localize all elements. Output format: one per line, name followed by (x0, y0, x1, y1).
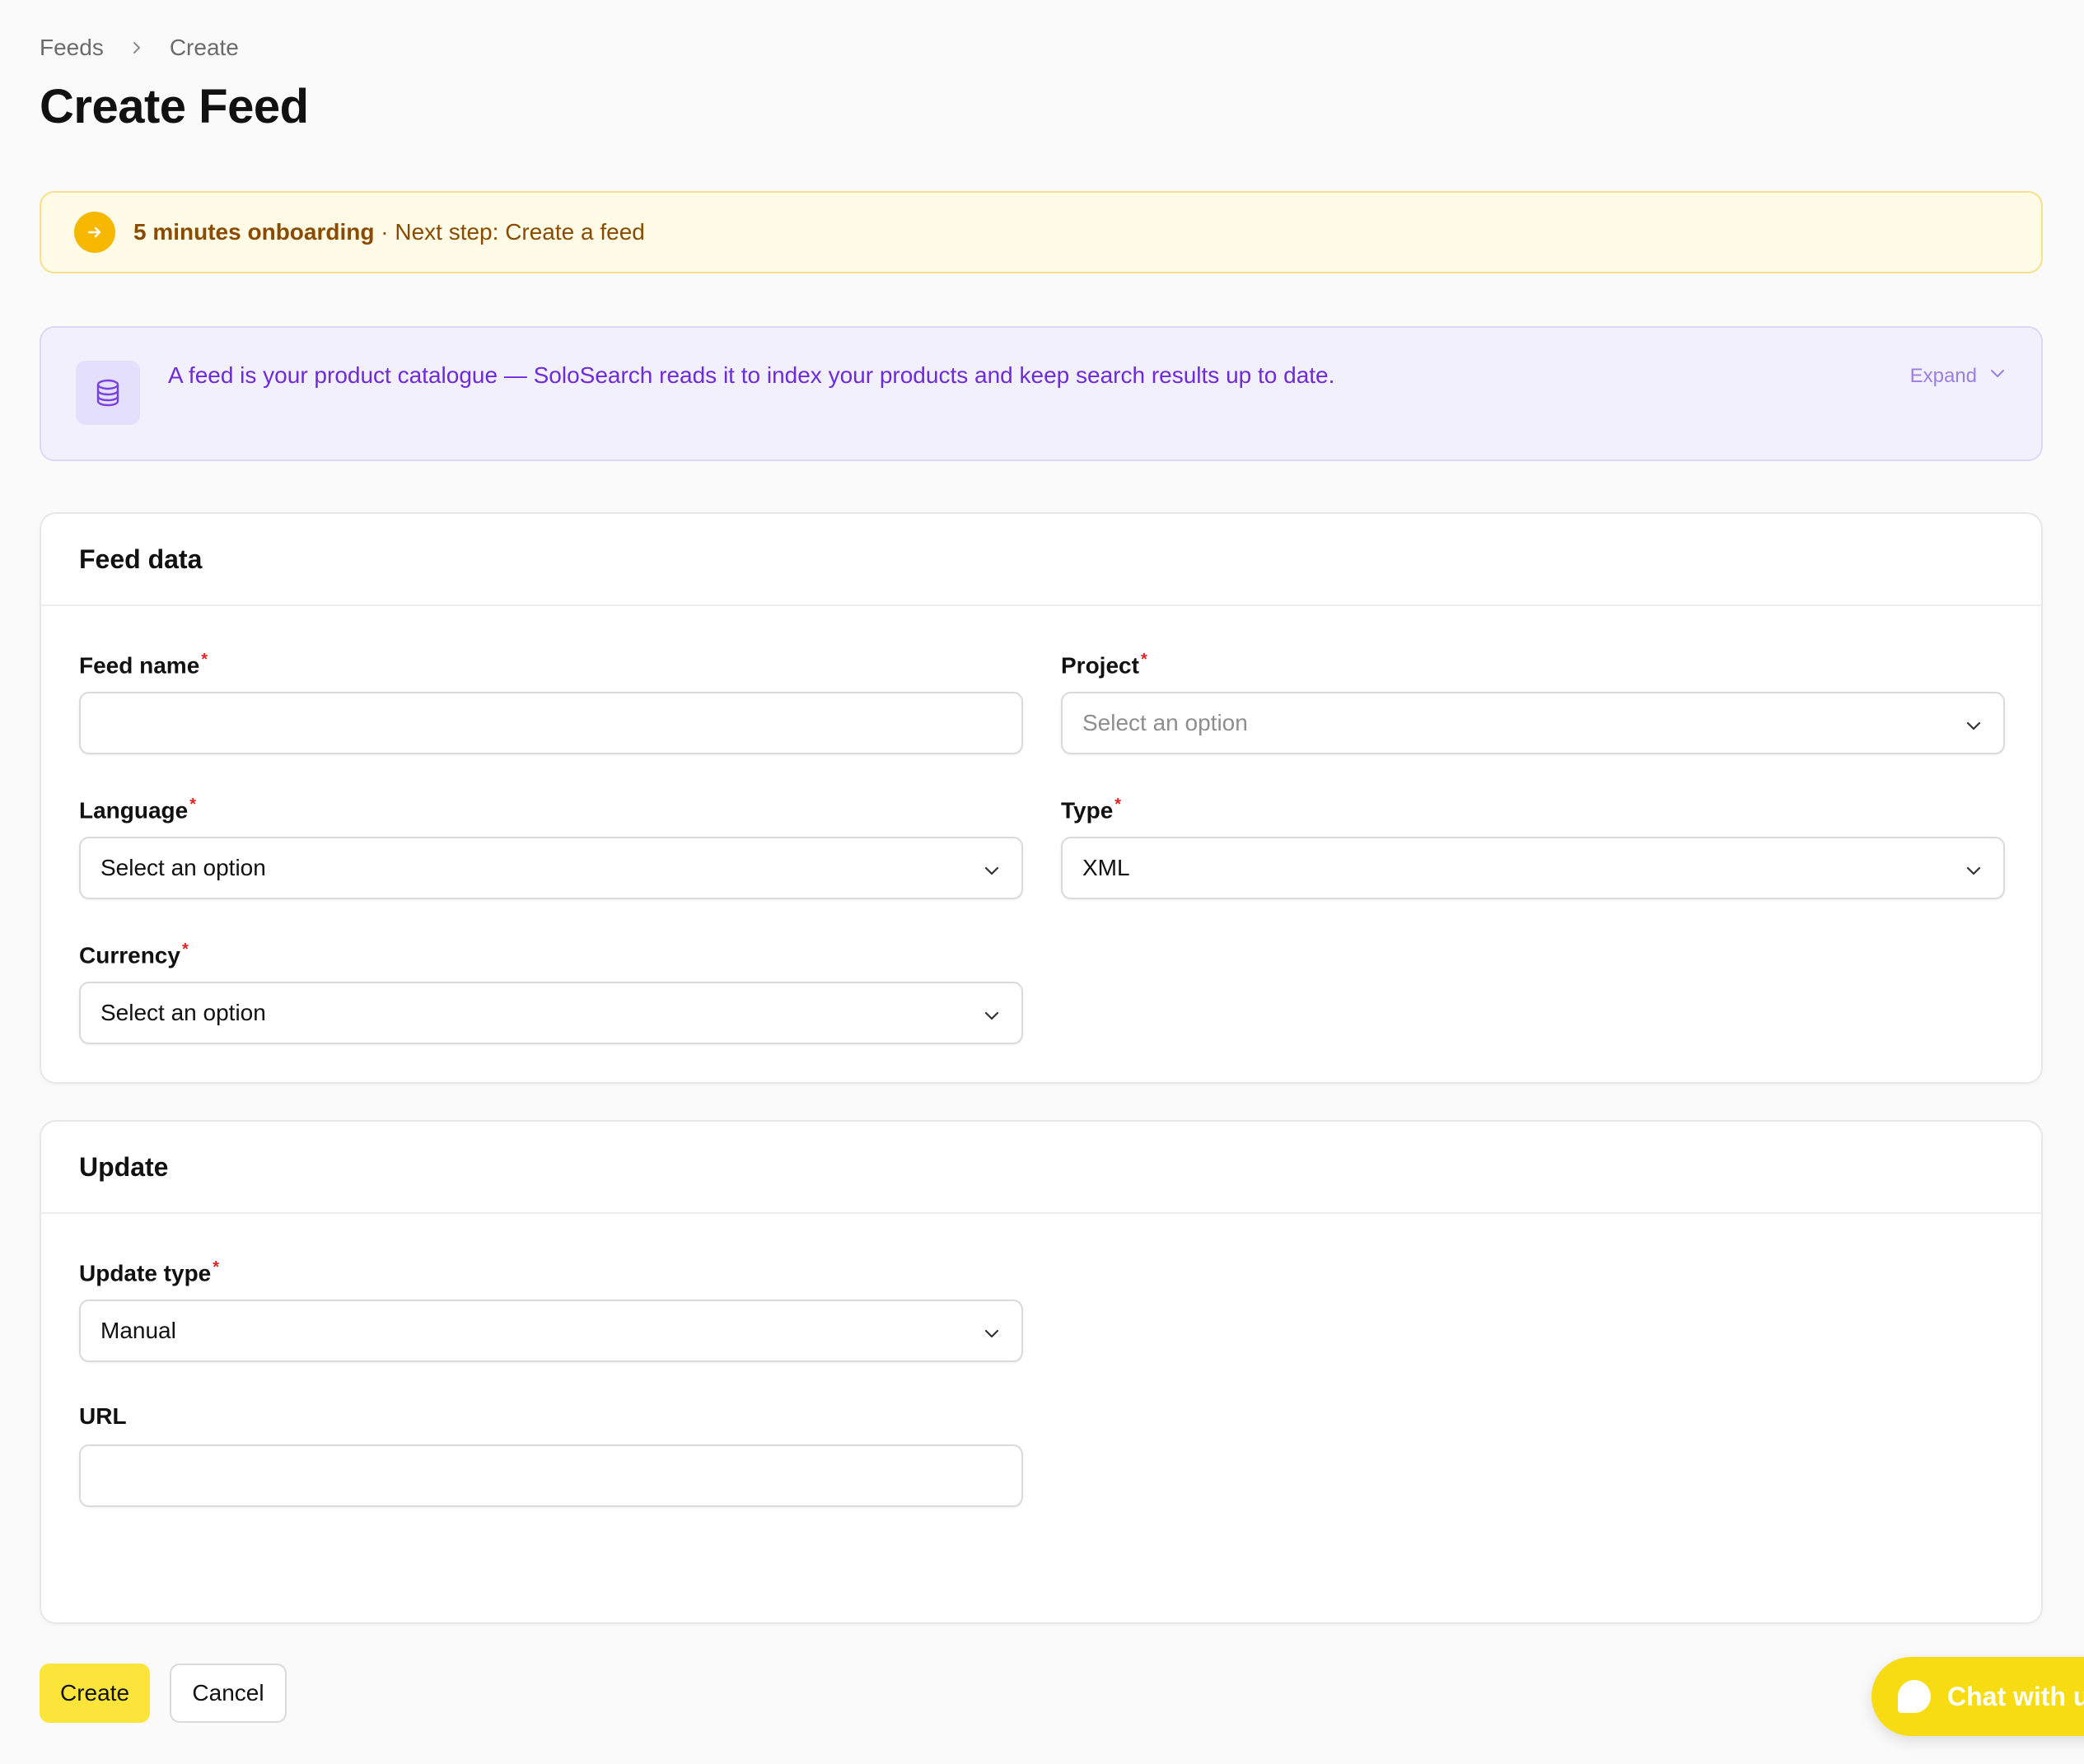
chevron-down-icon (1964, 715, 1984, 735)
feed-name-input[interactable] (100, 693, 1021, 753)
page-title: Create Feed (40, 80, 309, 133)
feed-data-card: Feed data Feed name * Project * Select an … (40, 512, 2043, 1084)
currency-select-value: Select an option (100, 1000, 266, 1025)
update-card: Update Update type * Manual URL (40, 1120, 2043, 1624)
onboarding-title: 5 minutes onboarding (133, 219, 375, 245)
feed-name-field[interactable] (79, 692, 1023, 754)
language-select-value: Select an option (100, 855, 266, 880)
chat-widget-button[interactable]: Chat with us (1871, 1657, 2084, 1736)
breadcrumb-feeds-link[interactable]: Feeds (40, 35, 104, 61)
currency-label: Currency * (79, 940, 189, 968)
url-label: URL (79, 1403, 127, 1429)
chevron-down-icon (982, 1323, 1002, 1342)
chat-label: Chat with us (1947, 1681, 2084, 1711)
chevron-down-icon (982, 860, 1002, 880)
create-button[interactable]: Create (40, 1664, 150, 1723)
arrow-right-icon (74, 212, 115, 253)
type-select-value: XML (1082, 855, 1130, 880)
onboarding-banner[interactable]: 5 minutes onboarding · Next step: Create… (40, 191, 2043, 273)
language-select[interactable]: Select an option (79, 837, 1023, 899)
update-type-select-value: Manual (100, 1318, 176, 1343)
info-text: A feed is your product catalogue — SoloS… (168, 362, 1335, 388)
chevron-down-icon (1964, 860, 1984, 880)
url-field[interactable] (79, 1444, 1023, 1507)
chevron-down-icon (1988, 364, 2007, 388)
currency-select[interactable]: Select an option (79, 982, 1023, 1044)
update-type-select[interactable]: Manual (79, 1300, 1023, 1362)
chevron-down-icon (982, 1005, 1002, 1024)
type-label: Type * (1061, 796, 1122, 824)
type-select[interactable]: XML (1061, 837, 2005, 899)
expand-label: Expand (1909, 364, 1977, 387)
database-icon (76, 361, 140, 425)
update-type-label: Update type * (79, 1258, 220, 1286)
url-input[interactable] (100, 1446, 1021, 1505)
project-select-value: Select an option (1082, 710, 1248, 735)
feed-data-heading: Feed data (41, 514, 2041, 606)
project-select[interactable]: Select an option (1061, 692, 2005, 754)
chevron-right-icon (127, 38, 147, 58)
feed-name-label: Feed name * (79, 651, 208, 679)
page: Feeds Create Create Feed 5 minutes onboa… (0, 0, 2084, 1764)
expand-button[interactable]: Expand (1910, 364, 2007, 388)
breadcrumb-create: Create (169, 35, 239, 60)
cancel-button[interactable]: Cancel (170, 1664, 287, 1723)
breadcrumb: Feeds Create (40, 35, 239, 61)
chat-bubble-icon (1898, 1680, 1931, 1713)
project-label: Project * (1061, 651, 1147, 679)
onboarding-next-step: · Next step: Create a feed (381, 219, 645, 245)
update-heading: Update (41, 1122, 2041, 1214)
language-label: Language * (79, 796, 197, 824)
info-banner: A feed is your product catalogue — SoloS… (40, 326, 2043, 461)
